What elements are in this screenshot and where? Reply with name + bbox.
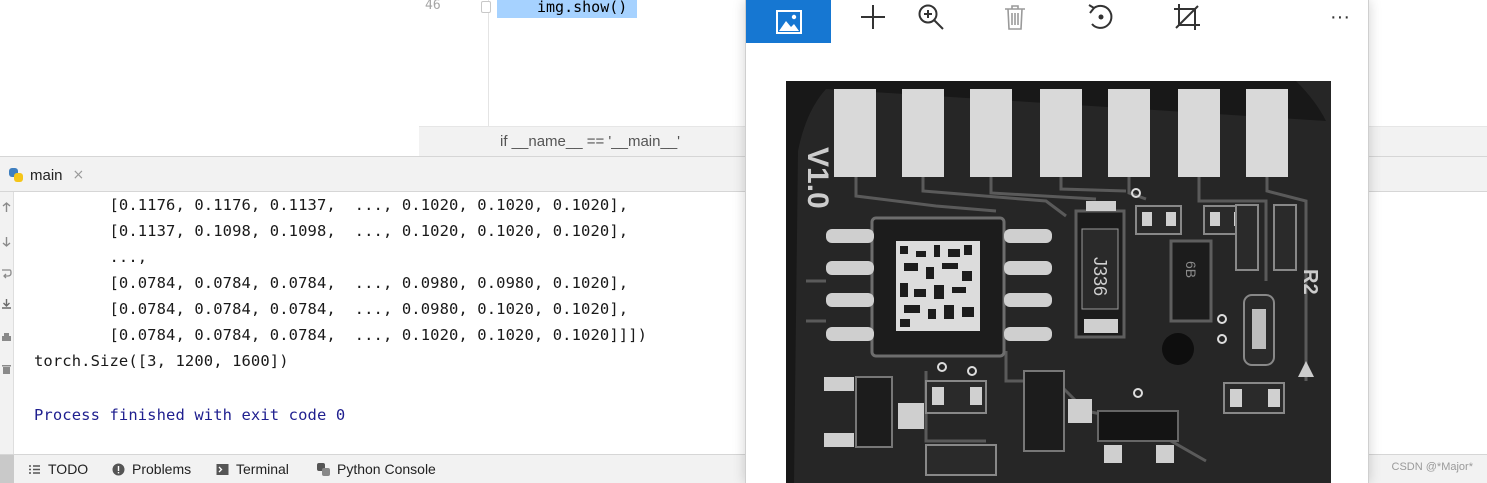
console-line: torch.Size([3, 1200, 1600]): [34, 352, 289, 370]
list-icon: [29, 464, 40, 474]
delete-icon: [1005, 5, 1025, 30]
problems-button[interactable]: Problems: [112, 461, 191, 477]
arrow-down-icon[interactable]: [1, 236, 12, 247]
crop-icon: [1174, 4, 1200, 30]
delete-button[interactable]: [995, 0, 1035, 34]
more-button[interactable]: ···: [1320, 0, 1360, 34]
arrow-up-icon[interactable]: [1, 202, 12, 213]
terminal-button[interactable]: Terminal: [216, 461, 289, 477]
photo-viewer-window: ··· J336 6B V1.0 R2: [745, 0, 1369, 483]
python-console-button[interactable]: Python Console: [317, 461, 436, 477]
zoom-in-button[interactable]: [911, 0, 951, 34]
terminal-label: Terminal: [236, 461, 289, 477]
pcb-image: J336 6B V1.0 R2: [786, 81, 1331, 483]
add-icon: [861, 5, 885, 29]
python-console-label: Python Console: [337, 461, 436, 477]
chip-code-text: J336: [1090, 257, 1110, 296]
watermark: CSDN @*Major*: [1391, 461, 1473, 473]
run-actions-strip: [0, 192, 14, 454]
soft-wrap-icon[interactable]: [1, 268, 12, 279]
info-icon: [112, 463, 125, 475]
python-icon: [317, 462, 330, 476]
selected-code-line[interactable]: img.show(): [497, 0, 637, 18]
stripe-toggle[interactable]: [0, 455, 14, 483]
print-icon[interactable]: [1, 332, 12, 343]
terminal-icon: [216, 463, 229, 475]
console-output[interactable]: [0.1176, 0.1176, 0.1137, ..., 0.1020, 0.…: [14, 192, 745, 454]
version-text: V1.0: [801, 147, 834, 209]
view-image-button[interactable]: [746, 0, 831, 43]
console-line: [0.0784, 0.0784, 0.0784, ..., 0.0980, 0.…: [34, 300, 629, 318]
exit-message: Process finished with exit code 0: [34, 406, 346, 424]
problems-label: Problems: [132, 461, 192, 477]
crop-button[interactable]: [1167, 0, 1207, 34]
breadcrumb[interactable]: if __name__ == '__main__': [500, 133, 680, 150]
pcb-photo: J336 6B V1.0 R2: [786, 81, 1331, 483]
image-icon: [775, 9, 802, 34]
close-icon[interactable]: ×: [73, 167, 85, 183]
console-line: ...,: [34, 248, 148, 266]
todo-label: TODO: [48, 461, 89, 477]
python-icon: [8, 167, 24, 183]
run-tab-label: main: [30, 166, 63, 184]
line-number: 46: [425, 0, 441, 13]
rotate-icon: [1088, 4, 1113, 29]
scroll-to-end-icon[interactable]: [1, 298, 12, 309]
editor-gutter: 46: [419, 0, 491, 126]
fold-icon[interactable]: [481, 1, 491, 13]
marking-text: R2: [1299, 269, 1321, 295]
run-tab-main[interactable]: main ×: [8, 164, 84, 186]
console-line: [0.1137, 0.1098, 0.1098, ..., 0.1020, 0.…: [34, 222, 629, 240]
console-line: [0.0784, 0.0784, 0.0784, ..., 0.0980, 0.…: [34, 274, 629, 292]
rotate-button[interactable]: [1081, 0, 1121, 34]
trash-icon[interactable]: [1, 364, 12, 375]
chip-code-2-text: 6B: [1183, 261, 1199, 278]
todo-button[interactable]: TODO: [28, 461, 88, 477]
zoom-in-icon: [918, 4, 944, 30]
console-line: [0.1176, 0.1176, 0.1137, ..., 0.1020, 0.…: [34, 196, 629, 214]
add-button[interactable]: [853, 0, 893, 34]
console-line: [0.0784, 0.0784, 0.0784, ..., 0.1020, 0.…: [34, 326, 648, 344]
